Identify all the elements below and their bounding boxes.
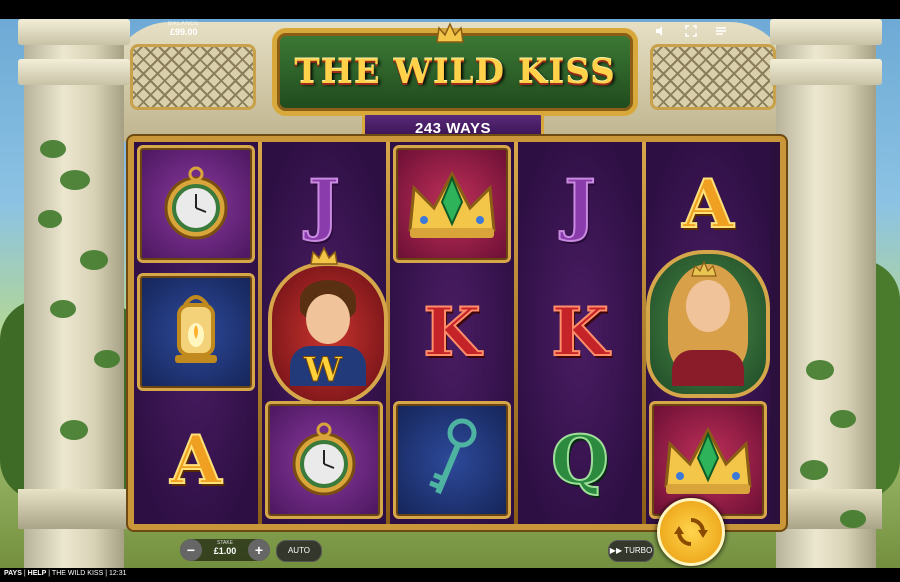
- ivy-leaf: [80, 250, 108, 270]
- ivy-leaf: [50, 300, 76, 318]
- symbol-key: [390, 398, 514, 522]
- prince-crown-icon: [310, 246, 338, 265]
- ivy-leaf: [800, 460, 828, 480]
- symbol-clock: [262, 398, 386, 522]
- speaker-icon[interactable]: [654, 24, 668, 38]
- symbol-clock: [134, 142, 258, 266]
- pillar-cap: [18, 19, 130, 45]
- ivy-leaf: [830, 410, 856, 428]
- letter-q: Q: [550, 421, 609, 499]
- footer-time: 12:31: [109, 570, 127, 577]
- princess-dress: [672, 350, 744, 386]
- pillar-base: [18, 489, 130, 529]
- lantern-icon: [175, 295, 217, 363]
- top-bar: [0, 0, 900, 19]
- footer-bar: [0, 568, 900, 582]
- lattice-left: [130, 44, 256, 110]
- ivy-leaf: [60, 420, 88, 440]
- turbo-icon: ▶▶: [609, 546, 623, 555]
- symbol-a: A: [646, 142, 770, 266]
- help-link[interactable]: HELP: [28, 570, 47, 577]
- symbol-q: Q: [518, 398, 642, 522]
- prince-face: [306, 294, 350, 344]
- pillar-cap: [770, 19, 882, 45]
- balance-display: BALANCE £99.00: [168, 21, 200, 37]
- auto-button[interactable]: AUTO: [276, 540, 322, 562]
- footer-separator: |: [105, 570, 108, 577]
- wild-badge: W: [303, 350, 343, 391]
- stake-value: £1.00: [213, 546, 237, 556]
- balance-label: BALANCE: [168, 21, 200, 27]
- stake-control: − STAKE £1.00 +: [180, 539, 270, 561]
- pillar-cap: [770, 59, 882, 85]
- symbol-a: A: [134, 398, 258, 522]
- stake-label: STAKE: [216, 540, 234, 546]
- footer: PAYS | HELP | THE WILD KISS | 12:31: [4, 570, 127, 577]
- pocket-watch-icon: [164, 166, 228, 240]
- letter-j: J: [563, 165, 596, 243]
- ivy-leaf: [38, 210, 62, 228]
- pillar-left: [18, 19, 130, 568]
- game-stage: THE WILD KISS 243 WAYS BALANCE £99.00 A …: [0, 0, 900, 582]
- crown-tile: [393, 145, 511, 263]
- ivy-leaf: [40, 140, 66, 158]
- letter-a: A: [681, 165, 734, 243]
- title-crown-icon: [436, 22, 464, 43]
- symbol-k: K: [518, 270, 642, 394]
- pocket-watch-icon: [292, 422, 356, 496]
- game-title: THE WILD KISS: [294, 52, 616, 92]
- clock-tile: [137, 145, 255, 263]
- symbol-crown: [390, 142, 514, 266]
- footer-separator: |: [23, 570, 26, 577]
- ivy-leaf: [60, 170, 90, 190]
- stake-decrease-button[interactable]: −: [180, 539, 202, 561]
- key-tile: [393, 401, 511, 519]
- ways-label: 243 WAYS: [415, 119, 491, 137]
- princess-tiara-icon: [691, 260, 717, 277]
- turbo-button[interactable]: ▶▶ TURBO: [608, 540, 654, 562]
- crown-tile: [649, 401, 767, 519]
- letter-a: A: [169, 421, 222, 499]
- pillar-base: [770, 489, 882, 529]
- key-icon: [429, 418, 477, 495]
- princess-face: [686, 280, 730, 332]
- crown-icon: [408, 170, 496, 238]
- lantern-tile: [137, 273, 255, 391]
- ivy-leaf: [840, 510, 866, 528]
- symbol-lantern: [134, 270, 258, 394]
- hud-icons: [654, 24, 728, 38]
- footer-game-name: THE WILD KISS: [51, 570, 104, 577]
- stake-display: STAKE £1.00: [204, 540, 246, 556]
- reel-area: A J W K J K Q A: [128, 136, 786, 530]
- fullscreen-icon[interactable]: [684, 24, 698, 38]
- pays-link[interactable]: PAYS: [4, 570, 22, 577]
- pillar-cap: [18, 59, 130, 85]
- ivy-leaf: [94, 350, 120, 368]
- crown-icon: [664, 426, 752, 494]
- control-bar: − STAKE £1.00 + AUTO ▶▶ TURBO: [0, 536, 900, 566]
- pillar-right: [770, 19, 882, 568]
- clock-tile: [265, 401, 383, 519]
- footer-separator: |: [48, 570, 51, 577]
- symbol-k: K: [390, 270, 514, 394]
- turbo-label: TURBO: [624, 546, 653, 555]
- letter-k: K: [422, 293, 481, 371]
- balance-value: £99.00: [169, 27, 198, 37]
- symbol-j: J: [518, 142, 642, 266]
- letter-k: K: [550, 293, 609, 371]
- menu-icon[interactable]: [714, 24, 728, 38]
- stake-increase-button[interactable]: +: [248, 539, 270, 561]
- letter-j: J: [307, 165, 340, 243]
- lattice-right: [650, 44, 776, 110]
- ivy-leaf: [806, 360, 834, 380]
